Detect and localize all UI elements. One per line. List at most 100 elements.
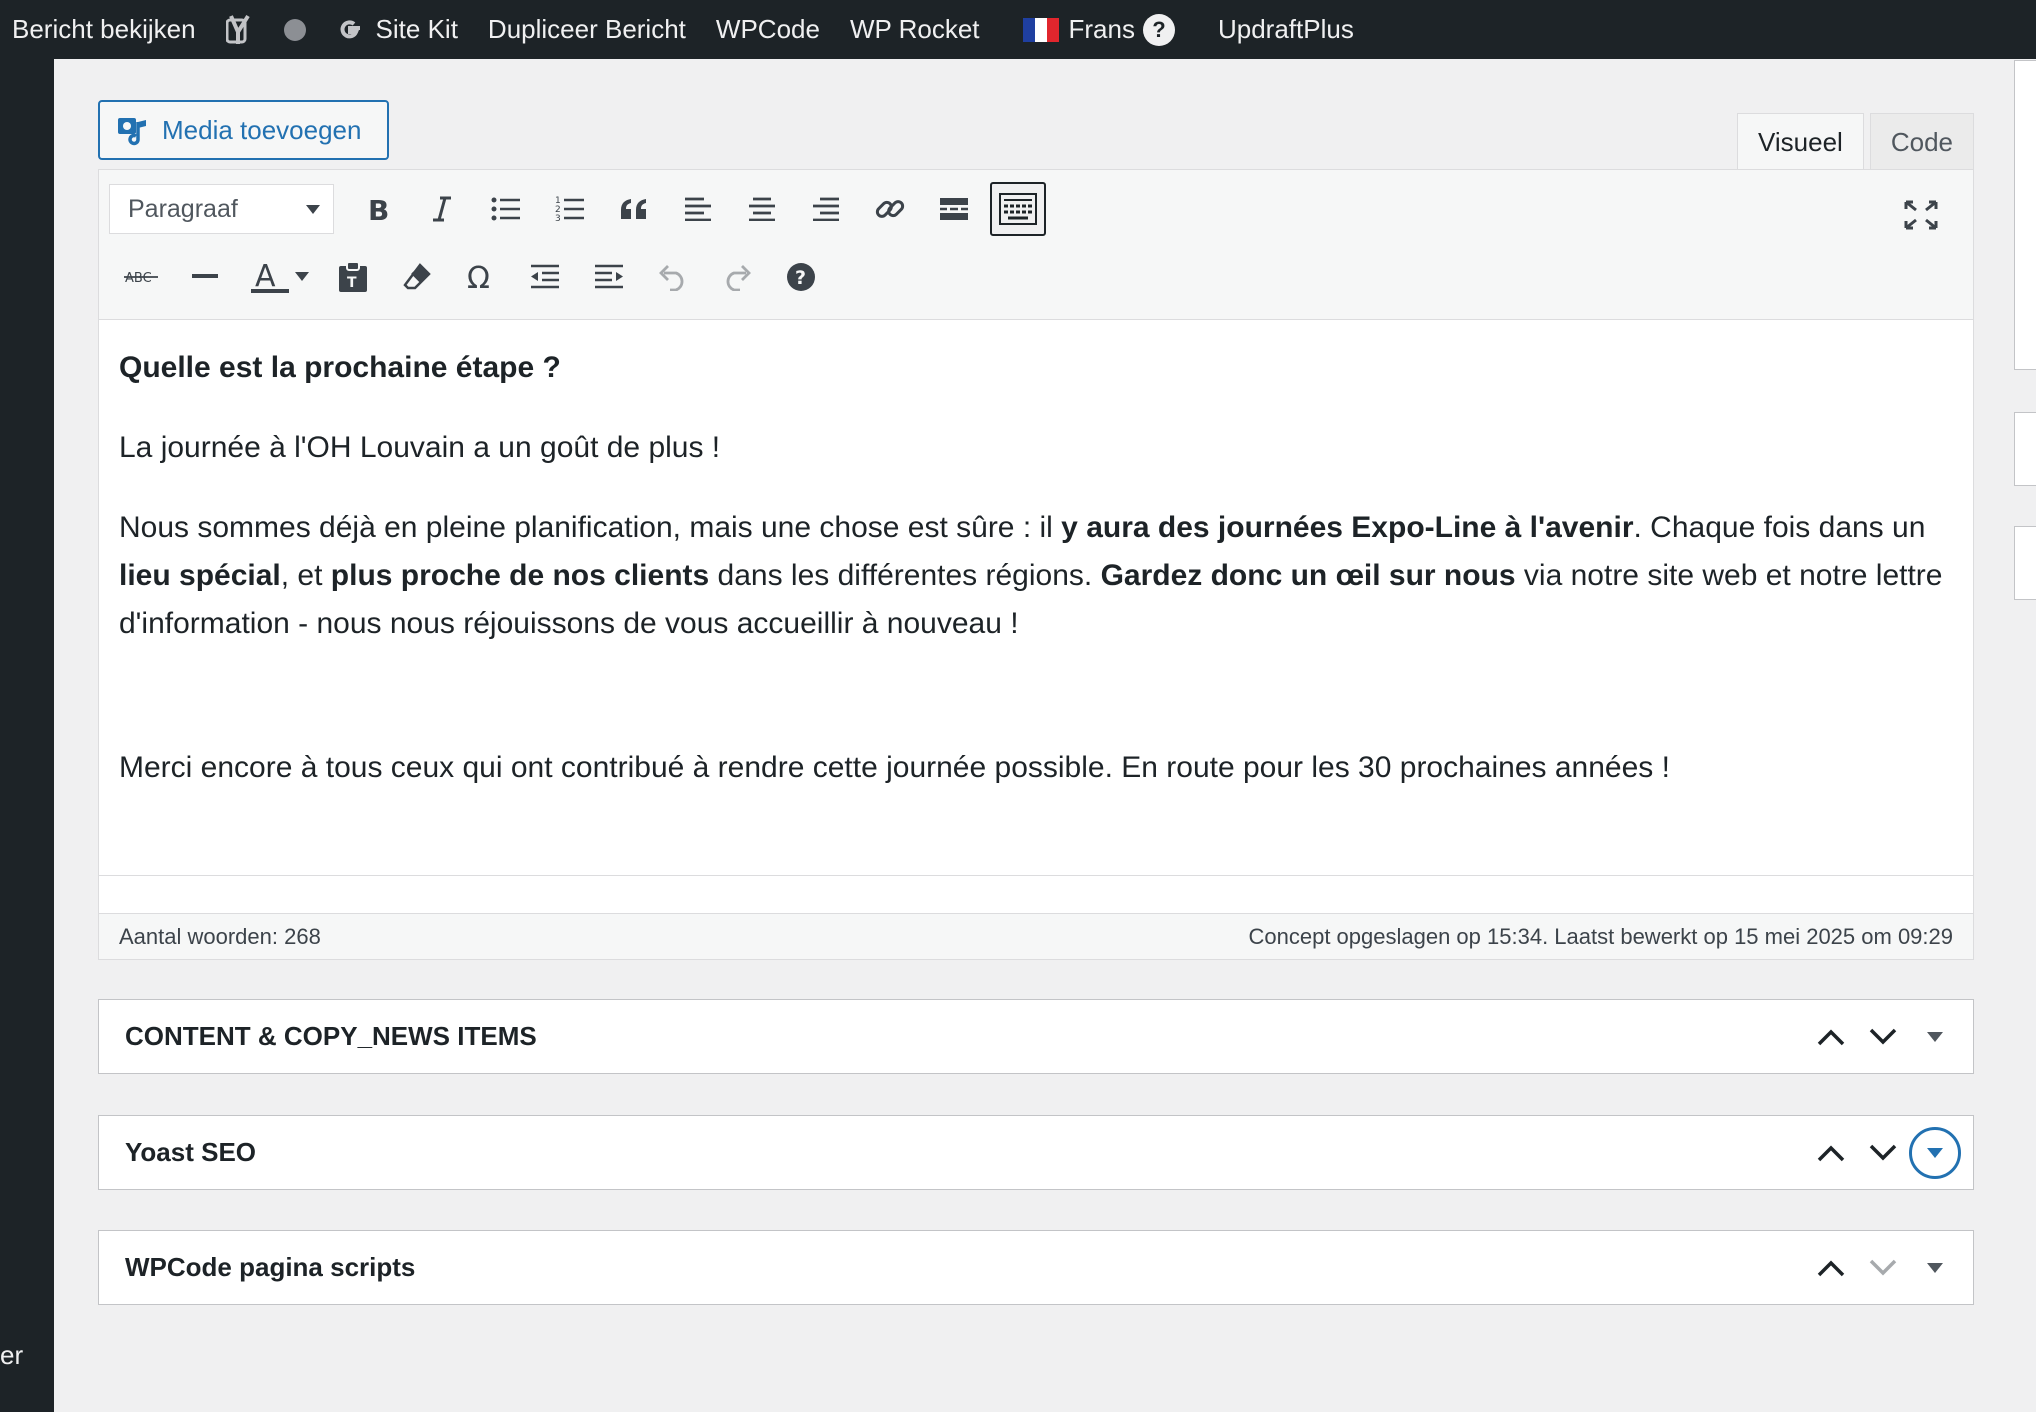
metabox-actions bbox=[1805, 1126, 1961, 1179]
caret-down-icon bbox=[1927, 1262, 1943, 1273]
sidebar-panel-fragment bbox=[2014, 60, 2036, 370]
sidebar-panel-fragment bbox=[2014, 526, 2036, 600]
status-dot-icon bbox=[283, 18, 306, 41]
paste-text-button[interactable]: T bbox=[321, 252, 385, 302]
fullscreen-button[interactable] bbox=[1889, 190, 1953, 240]
admin-bar: Bericht bekijken Site Kit Dupliceer Beri… bbox=[0, 0, 2036, 59]
editor-box: Paragraaf B 123 ABC A T Ω ? Quelle est l… bbox=[98, 169, 1974, 960]
view-post-link[interactable]: Bericht bekijken bbox=[0, 0, 211, 59]
align-left-button[interactable] bbox=[666, 184, 730, 234]
tab-code[interactable]: Code bbox=[1869, 113, 1974, 170]
align-right-button[interactable] bbox=[794, 184, 858, 234]
insert-link-button[interactable] bbox=[858, 184, 922, 234]
chevron-down-icon bbox=[1869, 1028, 1897, 1044]
align-center-button[interactable] bbox=[730, 184, 794, 234]
special-character-icon: Ω bbox=[467, 262, 490, 292]
metabox-title[interactable]: Yoast SEO bbox=[125, 1137, 256, 1168]
keyboard-shortcuts-button[interactable]: ? bbox=[769, 252, 833, 302]
blockquote-icon bbox=[621, 199, 646, 219]
tab-visual[interactable]: Visueel bbox=[1737, 113, 1864, 171]
metabox-actions bbox=[1805, 1011, 1961, 1063]
content-paragraph: Merci encore à tous ceux qui ont contrib… bbox=[119, 751, 1670, 784]
bulleted-list-icon bbox=[491, 197, 520, 221]
fullscreen-icon bbox=[1904, 200, 1938, 230]
toolbar-row-1: Paragraaf B 123 bbox=[109, 182, 1050, 236]
move-up-button[interactable] bbox=[1805, 1242, 1857, 1294]
wpcode-menu[interactable]: WPCode bbox=[701, 0, 835, 59]
numbered-list-icon: 123 bbox=[555, 196, 584, 223]
text-color-button[interactable]: A bbox=[237, 252, 321, 302]
svg-text:Ω: Ω bbox=[467, 262, 490, 292]
align-left-icon bbox=[685, 197, 711, 221]
svg-text:A: A bbox=[255, 260, 276, 294]
move-down-button[interactable] bbox=[1857, 1127, 1909, 1179]
move-up-button[interactable] bbox=[1805, 1127, 1857, 1179]
align-right-icon bbox=[813, 197, 839, 221]
editor-tabs: Visueel Code bbox=[1731, 113, 1974, 171]
google-g-icon bbox=[336, 16, 364, 44]
special-character-button[interactable]: Ω bbox=[449, 252, 513, 302]
editor-toolbar: Paragraaf B 123 ABC A T Ω ? bbox=[99, 170, 1973, 320]
strikethrough-button[interactable]: ABC bbox=[109, 252, 173, 302]
metabox-title[interactable]: CONTENT & COPY_NEWS ITEMS bbox=[125, 1021, 537, 1052]
link-icon bbox=[875, 200, 905, 218]
admin-sidebar bbox=[0, 59, 54, 1412]
clear-formatting-icon bbox=[403, 263, 431, 290]
toolbar-toggle-button[interactable] bbox=[990, 182, 1046, 236]
italic-icon bbox=[433, 196, 451, 222]
numbered-list-button[interactable]: 123 bbox=[538, 184, 602, 234]
caret-down-icon bbox=[1927, 1031, 1943, 1042]
italic-button[interactable] bbox=[410, 184, 474, 234]
chevron-up-icon bbox=[1817, 1260, 1845, 1276]
word-count: Aantal woorden: 268 bbox=[119, 923, 321, 949]
toggle-panel-button[interactable] bbox=[1909, 1242, 1961, 1294]
toggle-panel-button[interactable] bbox=[1909, 1011, 1961, 1063]
move-down-button[interactable] bbox=[1857, 1242, 1909, 1294]
content-heading: Quelle est la prochaine étape ? bbox=[119, 351, 561, 384]
help-icon[interactable]: ? bbox=[1142, 13, 1175, 46]
french-flag-icon bbox=[1022, 17, 1059, 42]
status-indicator[interactable] bbox=[269, 0, 321, 59]
chevron-up-icon bbox=[1817, 1029, 1845, 1045]
editor-content[interactable]: Quelle est la prochaine étape ? La journ… bbox=[99, 320, 1973, 792]
chevron-up-icon bbox=[1817, 1145, 1845, 1161]
bold-button[interactable]: B bbox=[346, 184, 410, 234]
metabox-actions bbox=[1805, 1242, 1961, 1294]
duplicate-post-link[interactable]: Dupliceer Bericht bbox=[473, 0, 701, 59]
undo-button[interactable] bbox=[641, 252, 705, 302]
bulleted-list-button[interactable] bbox=[474, 184, 538, 234]
strikethrough-icon: ABC bbox=[124, 271, 158, 286]
redo-button[interactable] bbox=[705, 252, 769, 302]
text-color-icon: A bbox=[251, 260, 309, 294]
indent-button[interactable] bbox=[577, 252, 641, 302]
blockquote-button[interactable] bbox=[602, 184, 666, 234]
svg-text:B: B bbox=[368, 195, 389, 223]
read-more-button[interactable] bbox=[922, 184, 986, 234]
outdent-icon bbox=[531, 264, 559, 289]
language-switcher[interactable]: Frans ? bbox=[995, 0, 1190, 59]
caret-down-icon bbox=[1927, 1147, 1943, 1158]
add-media-button[interactable]: Media toevoegen bbox=[98, 100, 389, 160]
move-up-button[interactable] bbox=[1805, 1011, 1857, 1063]
outdent-button[interactable] bbox=[513, 252, 577, 302]
editor-resize-area[interactable] bbox=[99, 875, 1973, 913]
metabox-wpcode-scripts: WPCode pagina scripts bbox=[98, 1230, 1974, 1305]
updraftplus-menu[interactable]: UpdraftPlus bbox=[1190, 0, 1369, 59]
toggle-panel-button[interactable] bbox=[1909, 1126, 1961, 1179]
autosave-status: Concept opgeslagen op 15:34. Laatst bewe… bbox=[1248, 923, 1954, 949]
move-down-button[interactable] bbox=[1857, 1011, 1909, 1063]
wp-rocket-menu[interactable]: WP Rocket bbox=[835, 0, 995, 59]
clear-formatting-button[interactable] bbox=[385, 252, 449, 302]
admin-menu-item-fragment[interactable]: er bbox=[0, 1340, 23, 1371]
site-kit-menu[interactable]: Site Kit bbox=[321, 0, 473, 59]
chevron-down-icon bbox=[1869, 1144, 1897, 1160]
undo-icon bbox=[659, 265, 684, 291]
horizontal-line-button[interactable] bbox=[173, 252, 237, 302]
yoast-menu[interactable] bbox=[211, 0, 269, 59]
paste-text-icon: T bbox=[339, 261, 367, 292]
horizontal-line-icon bbox=[192, 274, 218, 278]
format-select[interactable]: Paragraaf bbox=[109, 184, 334, 234]
svg-text:?: ? bbox=[795, 267, 806, 289]
metabox-title[interactable]: WPCode pagina scripts bbox=[125, 1252, 415, 1283]
chevron-down-icon bbox=[306, 205, 320, 214]
